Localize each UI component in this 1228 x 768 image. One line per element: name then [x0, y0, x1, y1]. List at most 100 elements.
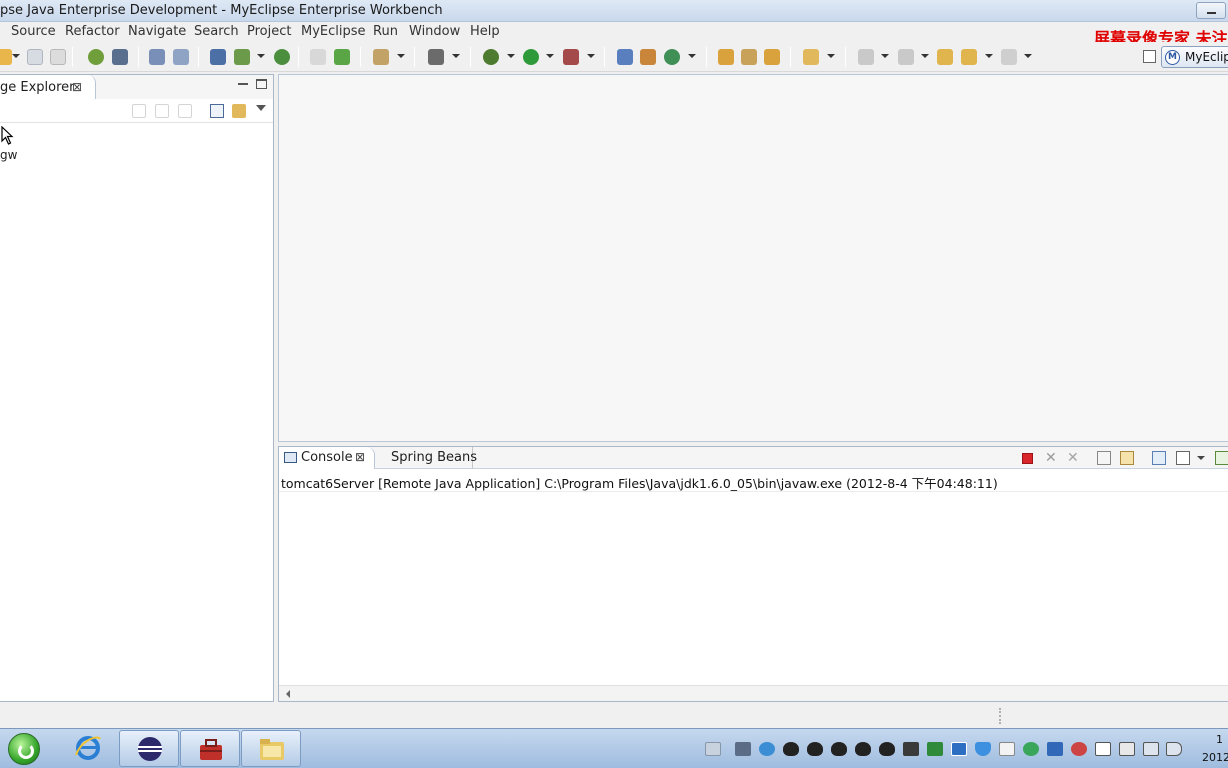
display-console-icon[interactable] — [1176, 451, 1190, 465]
next-annotation-icon[interactable] — [858, 49, 874, 65]
forward-dropdown-icon[interactable] — [1024, 54, 1032, 58]
tab-spring-beans[interactable]: Spring Beans — [383, 447, 477, 469]
run-server-icon[interactable] — [234, 49, 250, 65]
open-resource-icon[interactable] — [173, 49, 189, 65]
close-icon[interactable]: ⊠ — [72, 80, 82, 94]
next-annotation-dropdown-icon[interactable] — [881, 54, 889, 58]
taskbar-app-toolbox[interactable] — [180, 730, 240, 767]
open-perspective-icon[interactable] — [1143, 50, 1156, 63]
forward-icon[interactable] — [1001, 49, 1017, 65]
new-icon[interactable] — [0, 49, 12, 65]
keyboard-icon[interactable] — [705, 742, 721, 756]
start-button[interactable] — [8, 733, 40, 765]
security-shield-icon[interactable] — [975, 742, 991, 756]
last-edit-icon[interactable] — [937, 49, 953, 65]
open-folder-icon[interactable] — [310, 49, 326, 65]
debug-dropdown-icon[interactable] — [507, 54, 515, 58]
run-dropdown-icon[interactable] — [546, 54, 554, 58]
ie-tray-icon[interactable] — [759, 742, 775, 756]
refresh-dropdown-icon[interactable] — [688, 54, 696, 58]
minimize-button[interactable] — [1196, 2, 1226, 19]
display-console-dropdown-icon[interactable] — [1197, 456, 1205, 460]
menu-help[interactable]: Help — [470, 24, 500, 39]
device-icon[interactable] — [1119, 742, 1135, 756]
horizontal-scrollbar[interactable] — [279, 685, 1228, 701]
scroll-lock-icon[interactable] — [1120, 451, 1134, 465]
print-icon[interactable] — [50, 49, 66, 65]
action-center-flag-icon[interactable] — [1095, 742, 1111, 756]
minimize-view-icon[interactable] — [238, 83, 248, 85]
new-wizard-icon[interactable] — [373, 49, 389, 65]
taskbar-app-file-explorer[interactable] — [241, 730, 301, 767]
menu-window[interactable]: Window — [409, 24, 460, 39]
perspective-switcher[interactable]: M MyEclipse — [1161, 46, 1228, 68]
new-class-icon[interactable] — [640, 49, 656, 65]
tab-console[interactable]: Console ⊠ — [279, 447, 375, 469]
network-icon[interactable] — [1143, 742, 1159, 756]
debug-server-icon[interactable] — [88, 49, 104, 65]
shield-icon[interactable] — [951, 742, 967, 756]
menu-project[interactable]: Project — [247, 24, 291, 39]
run-external-icon[interactable] — [563, 49, 579, 65]
forward-icon[interactable] — [155, 104, 169, 118]
menu-myeclipse[interactable]: MyEclipse — [301, 24, 366, 39]
collapse-all-icon[interactable] — [210, 104, 224, 118]
previous-annotation-icon[interactable] — [898, 49, 914, 65]
globe-icon[interactable] — [274, 49, 290, 65]
remove-all-terminated-icon[interactable]: ✕ — [1067, 451, 1081, 465]
qq-icon[interactable] — [879, 742, 895, 756]
volume-icon[interactable] — [1166, 742, 1182, 756]
scroll-left-icon[interactable] — [286, 690, 290, 698]
open-task-icon[interactable] — [718, 49, 734, 65]
qq-icon[interactable] — [855, 742, 871, 756]
menu-run[interactable]: Run — [373, 24, 398, 39]
save-icon[interactable] — [27, 49, 43, 65]
new-dropdown-icon[interactable] — [12, 54, 20, 58]
up-icon[interactable] — [178, 104, 192, 118]
menu-navigate[interactable]: Navigate — [128, 24, 186, 39]
close-icon[interactable]: ⊠ — [355, 450, 365, 464]
open-type-icon[interactable] — [149, 49, 165, 65]
sync-icon[interactable] — [1023, 742, 1039, 756]
record-tray-icon[interactable] — [1071, 742, 1087, 756]
new-wizard-dropdown-icon[interactable] — [397, 54, 405, 58]
maximize-view-icon[interactable] — [256, 79, 267, 89]
terminate-icon[interactable] — [1022, 453, 1033, 464]
app-tray-icon[interactable] — [1047, 742, 1063, 756]
qq-icon[interactable] — [807, 742, 823, 756]
qq-icon[interactable] — [783, 742, 799, 756]
clock-date[interactable]: 2012 — [1202, 751, 1228, 764]
camera-dropdown-icon[interactable] — [452, 54, 460, 58]
run-server-dropdown-icon[interactable] — [257, 54, 265, 58]
folder-dropdown-icon[interactable] — [827, 54, 835, 58]
open-console-icon[interactable] — [1215, 451, 1228, 465]
camera-icon[interactable] — [428, 49, 444, 65]
tab-package-explorer[interactable]: ge Explorer ⊠ — [0, 75, 96, 99]
search-folder-icon[interactable] — [764, 49, 780, 65]
notepad-tray-icon[interactable] — [999, 742, 1015, 756]
tool-tray-icon[interactable] — [903, 742, 919, 756]
link-with-editor-icon[interactable] — [232, 104, 246, 118]
tree-item-project[interactable]: gw — [0, 148, 17, 162]
pin-console-icon[interactable] — [1152, 451, 1166, 465]
back-icon[interactable] — [961, 49, 977, 65]
taskbar-app-internet-explorer[interactable] — [58, 730, 118, 767]
view-menu-icon[interactable] — [256, 105, 266, 111]
new-package-icon[interactable] — [334, 49, 350, 65]
new-project-icon[interactable] — [617, 49, 633, 65]
clear-console-icon[interactable] — [1097, 451, 1111, 465]
refresh-icon[interactable] — [664, 49, 680, 65]
back-icon[interactable] — [132, 104, 146, 118]
deploy-icon[interactable] — [112, 49, 128, 65]
debug-icon[interactable] — [483, 49, 499, 65]
network-share-icon[interactable] — [735, 742, 751, 756]
clock-time[interactable]: 1 — [1216, 733, 1223, 746]
menu-source[interactable]: Source — [11, 24, 56, 39]
back-dropdown-icon[interactable] — [985, 54, 993, 58]
run-external-dropdown-icon[interactable] — [587, 54, 595, 58]
run-icon[interactable] — [523, 49, 539, 65]
editor-area[interactable] — [278, 74, 1228, 442]
green-tray-icon[interactable] — [927, 742, 943, 756]
taskbar-app-eclipse[interactable] — [119, 730, 179, 767]
folder-icon[interactable] — [803, 49, 819, 65]
